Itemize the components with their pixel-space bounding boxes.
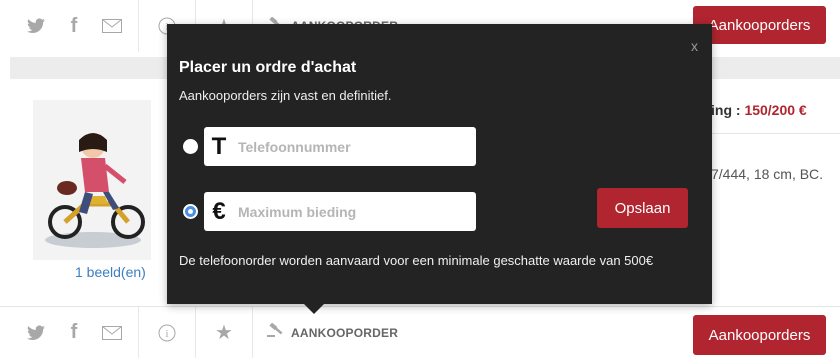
phone-type-icon: T [211,132,227,160]
close-icon[interactable]: x [691,38,698,54]
bid-radio[interactable] [183,204,198,219]
purchase-order-popover: x Placer un ordre d'achat Aankooporders … [167,24,712,314]
estimate-label: ing : [711,102,745,118]
euro-icon: € [212,197,226,225]
bottom-action-bar: f i ★ AANKOOPORDER Aankooporders [0,306,840,358]
gavel-icon [267,322,285,342]
estimate-value: 150/200 € [744,102,807,118]
page: f i ★ AANKOOPORDER Aankooporders [0,0,840,358]
bid-field: € [204,192,476,231]
phone-radio[interactable] [183,139,198,154]
max-bid-input[interactable] [238,203,458,220]
aankooporders-button-bottom[interactable]: Aankooporders [693,315,826,355]
images-link[interactable]: 1 beeld(en) [75,264,146,280]
mail-icon[interactable] [96,313,128,353]
aankooporder-link-label: AANKOOPORDER [291,325,399,340]
popover-title: Placer un ordre d'achat [179,59,357,76]
phone-option-row: T [183,127,476,166]
aankooporder-link[interactable]: AANKOOPORDER [253,322,399,342]
save-button[interactable]: Opslaan [597,188,688,228]
popover-subtitle: Aankooporders zijn vast en definitief. [179,88,392,103]
divider [711,133,840,134]
popover-note: De telefoonorder worden aanvaard voor ee… [179,253,654,268]
estimate-price: ing : 150/200 € [711,102,807,118]
star-icon[interactable]: ★ [196,307,252,358]
bid-option-row: € [183,192,476,231]
info-icon[interactable]: i [139,307,195,358]
phone-field: T [204,127,476,166]
twitter-icon[interactable] [20,6,52,46]
svg-text:i: i [166,329,169,340]
mail-icon[interactable] [96,6,128,46]
product-description: 7/444, 18 cm, BC. [711,166,824,182]
twitter-icon[interactable] [20,313,52,353]
popover-arrow [304,304,324,314]
phone-input[interactable] [238,138,458,155]
facebook-icon[interactable]: f [58,313,90,353]
aankooporders-button-top[interactable]: Aankooporders [693,6,826,44]
facebook-icon[interactable]: f [58,6,90,46]
product-image[interactable] [33,100,151,260]
